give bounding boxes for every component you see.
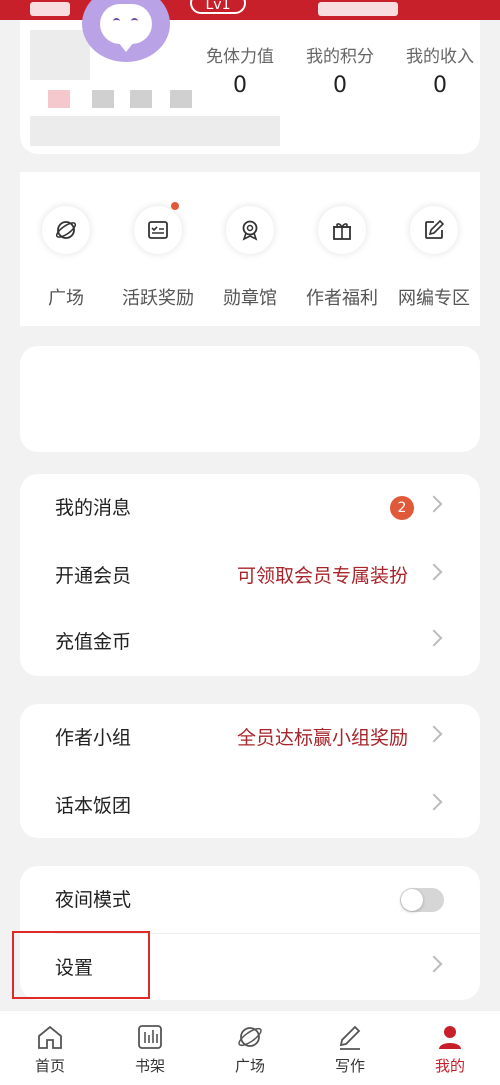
row-label: 作者小组	[55, 727, 132, 749]
stat-value: 0	[233, 73, 247, 98]
menu-row-author-group[interactable]: 作者小组 全员达标赢小组奖励	[20, 704, 480, 772]
chevron-right-icon	[425, 563, 443, 581]
stat-label: 我的积分	[306, 47, 374, 67]
annotation-highlight-box	[12, 931, 150, 999]
shortcut-label: 作者福利	[306, 288, 378, 309]
stat-income[interactable]: 我的收入 0	[390, 42, 490, 98]
shortcut-author-benefits[interactable]: 作者福利	[296, 206, 388, 310]
shortcut-medals[interactable]: 勋章馆	[204, 206, 296, 310]
status-bar	[0, 0, 500, 20]
shortcut-card: 广场 活跃奖励 勋章馆 作者福利 网编专区	[20, 172, 480, 326]
bottom-tab-bar: 首页 书架 广场 写作 我的	[0, 1010, 500, 1085]
notification-dot	[171, 202, 179, 210]
blurred-area	[170, 90, 192, 108]
tab-label: 书架	[134, 1057, 165, 1075]
home-icon	[35, 1023, 65, 1051]
unread-badge: 2	[390, 496, 414, 520]
shortcut-label: 广场	[48, 288, 84, 309]
row-label: 话本饭团	[55, 795, 132, 817]
menu-row-night-mode: 夜间模式	[20, 866, 480, 934]
shortcut-label: 勋章馆	[223, 288, 277, 309]
chat-bubble-icon	[100, 4, 152, 52]
blurred-area	[30, 30, 90, 80]
checklist-icon	[134, 206, 182, 254]
blurred-area	[30, 116, 280, 146]
edit-icon	[410, 206, 458, 254]
level-badge: Lv1	[190, 0, 246, 14]
row-promo-text: 全员达标赢小组奖励	[236, 727, 408, 749]
menu-row-messages[interactable]: 我的消息 2	[20, 474, 480, 542]
blurred-area	[130, 90, 152, 108]
night-mode-toggle[interactable]	[400, 888, 444, 912]
chevron-right-icon	[425, 955, 443, 973]
menu-row-fan-group[interactable]: 话本饭团	[20, 772, 480, 840]
stat-stamina[interactable]: 免体力值 0	[190, 42, 290, 98]
row-promo-text: 可领取会员专属装扮	[236, 565, 408, 587]
shortcut-editor-zone[interactable]: 网编专区	[388, 206, 480, 310]
pen-icon	[335, 1023, 365, 1051]
menu-card-community: 作者小组 全员达标赢小组奖励 话本饭团	[20, 704, 480, 838]
shortcut-label: 活跃奖励	[122, 288, 194, 309]
row-label: 夜间模式	[55, 889, 132, 911]
shortcut-active-reward[interactable]: 活跃奖励	[112, 202, 204, 310]
shortcut-label: 网编专区	[398, 288, 470, 309]
tab-home[interactable]: 首页	[0, 1011, 100, 1085]
tab-bookshelf[interactable]: 书架	[100, 1011, 200, 1085]
status-blur	[30, 2, 70, 16]
tab-me[interactable]: 我的	[400, 1011, 500, 1085]
row-label: 充值金币	[55, 631, 132, 653]
tab-label: 广场	[234, 1057, 265, 1075]
row-label: 我的消息	[55, 497, 132, 519]
blurred-area	[92, 90, 114, 108]
stats-row: 免体力值 0 我的积分 0 我的收入 0	[190, 42, 490, 98]
user-icon	[435, 1023, 465, 1051]
planet-icon	[42, 206, 90, 254]
chevron-right-icon	[425, 793, 443, 811]
status-blur	[318, 2, 398, 16]
stat-label: 我的收入	[406, 47, 474, 67]
planet-icon	[235, 1023, 265, 1051]
menu-row-vip[interactable]: 开通会员 可领取会员专属装扮	[20, 542, 480, 610]
bookshelf-icon	[135, 1023, 165, 1051]
banner-card[interactable]	[20, 346, 480, 452]
menu-card-account: 我的消息 2 开通会员 可领取会员专属装扮 充值金币	[20, 474, 480, 676]
tab-write[interactable]: 写作	[300, 1011, 400, 1085]
chevron-right-icon	[425, 495, 443, 513]
tab-label: 写作	[334, 1057, 365, 1075]
chevron-right-icon	[425, 629, 443, 647]
gift-icon	[318, 206, 366, 254]
tab-label: 我的	[434, 1057, 465, 1075]
stat-points[interactable]: 我的积分 0	[290, 42, 390, 98]
blurred-area	[48, 90, 70, 108]
stat-value: 0	[433, 73, 447, 98]
menu-row-recharge[interactable]: 充值金币	[20, 608, 480, 676]
stat-value: 0	[333, 73, 347, 98]
shortcut-plaza[interactable]: 广场	[20, 206, 112, 310]
stat-label: 免体力值	[206, 47, 274, 67]
row-label: 开通会员	[55, 565, 132, 587]
tab-plaza[interactable]: 广场	[200, 1011, 300, 1085]
tab-label: 首页	[34, 1057, 65, 1075]
medal-icon	[226, 206, 274, 254]
chevron-right-icon	[425, 725, 443, 743]
